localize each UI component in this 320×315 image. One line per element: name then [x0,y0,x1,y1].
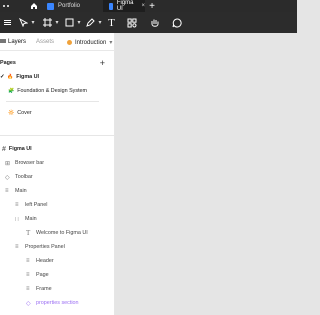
frame-icon: # [2,145,6,153]
page-item-foundation[interactable]: 🧩 Foundation & Design System [0,85,115,97]
page-label: Cover [17,110,32,116]
frame-tool-icon[interactable] [41,16,54,29]
layer-label: Page [36,272,49,278]
page-item-cover[interactable]: 🔆 Cover [0,107,115,119]
home-icon[interactable] [28,1,40,11]
rectangle-tool-icon[interactable] [63,16,76,29]
tab-portfolio[interactable]: Portfolio [47,0,81,12]
layer-main[interactable]: ≡ Main [0,185,115,197]
menu-dots-icon[interactable] [0,1,12,11]
layer-label: Figma UI [8,146,32,152]
layer-label: Welcome to Figma UI [36,230,88,236]
left-panel: Layers Assets Introduction ▾ Pages + ✓ 🔥… [0,33,115,315]
layer-label: Main [25,216,37,222]
chevron-down-icon[interactable]: ▾ [30,16,36,29]
layer-label: Header [36,258,54,264]
tab-label: Figma UI [116,0,134,12]
autolayout-icon: ≡ [26,286,30,292]
tab-assets[interactable]: Assets [36,39,54,45]
tab-layers[interactable]: Layers [8,39,26,45]
layer-properties-panel[interactable]: ≡ Properties Panel [0,241,115,253]
browser-tab-bar: Portfolio Figma UI × + [0,0,297,12]
autolayout-icon: ≡ [26,258,30,264]
layer-label: Properties Panel [25,244,65,250]
close-icon[interactable]: × [141,3,145,9]
component-instance-icon: ◇ [26,300,31,307]
layer-frame-figma-ui[interactable]: # Figma UI [0,143,115,155]
layer-main-2[interactable]: ∷ Main [0,213,115,225]
chevron-down-icon[interactable]: ▾ [97,16,103,29]
layers-panel-icon [0,38,6,46]
layer-welcome-text[interactable]: T Welcome to Figma UI [0,227,115,239]
page-label: Figma UI [16,74,39,80]
hand-tool-icon[interactable] [148,16,161,29]
chevron-down-icon: ▾ [109,40,113,46]
puzzle-emoji-icon: 🧩 [8,88,15,94]
page-dropdown[interactable]: Introduction ▾ [67,39,112,46]
page-label: Foundation & Design System [17,88,88,94]
add-page-icon[interactable]: + [100,58,105,68]
orange-dot-icon [67,40,72,45]
sun-emoji-icon: 🔆 [8,110,15,116]
autolayout-icon: ≡ [15,244,19,250]
move-tool-icon[interactable] [17,16,30,29]
panel-tabs: Layers Assets Introduction ▾ [0,33,115,51]
group-icon: ⊞ [5,160,11,167]
layer-label: Toolbar [15,174,33,180]
chevron-down-icon[interactable]: ▾ [76,16,82,29]
checkmark-icon: ✓ [0,74,5,80]
layer-browser-bar[interactable]: ⊞ Browser bar [0,157,115,169]
add-tab-icon[interactable]: + [146,0,158,12]
pages-divider [6,101,99,102]
layer-frame[interactable]: ≡ Frame [0,283,115,295]
text-tool-icon[interactable]: T [105,16,118,29]
autolayout-icon: ≡ [5,188,9,194]
layer-label: Main [15,188,27,194]
comment-tool-icon[interactable] [170,16,183,29]
resources-icon[interactable] [125,16,138,29]
autolayout-icon: ≡ [26,272,30,278]
fire-emoji-icon: 🔥 [7,74,14,80]
chevron-down-icon[interactable]: ▾ [54,16,60,29]
main-menu-icon[interactable] [2,16,12,29]
pages-title: Pages [0,60,16,66]
tab-figma-ui[interactable]: Figma UI × [103,0,145,12]
layer-label: Frame [36,286,52,292]
figma-file-icon [47,2,54,10]
layer-label: Browser bar [15,160,45,166]
toolbar: ▾ ▾ ▾ ▾ T [0,12,297,33]
pen-tool-icon[interactable] [84,16,97,29]
layer-header[interactable]: ≡ Header [0,255,115,267]
component-icon: ◇ [5,174,10,181]
layer-left-panel[interactable]: ≡ left Panel [0,199,115,211]
layer-toolbar[interactable]: ◇ Toolbar [0,171,115,183]
layer-properties-section[interactable]: ◇ properties section [0,297,115,309]
autolayout-icon: ∷ [15,216,19,223]
tab-label: Portfolio [58,3,81,9]
figma-file-icon [109,2,113,10]
autolayout-icon: ≡ [15,202,19,208]
layer-label: left Panel [25,202,48,208]
layer-page[interactable]: ≡ Page [0,269,115,281]
layer-label: properties section [36,300,79,306]
pages-header: Pages + [0,57,115,69]
canvas[interactable] [115,33,297,315]
page-item-figma-ui[interactable]: ✓ 🔥 Figma UI [0,71,115,83]
pages-layers-divider [0,135,115,136]
page-dropdown-label: Introduction [75,39,107,46]
text-layer-icon: T [26,229,31,237]
